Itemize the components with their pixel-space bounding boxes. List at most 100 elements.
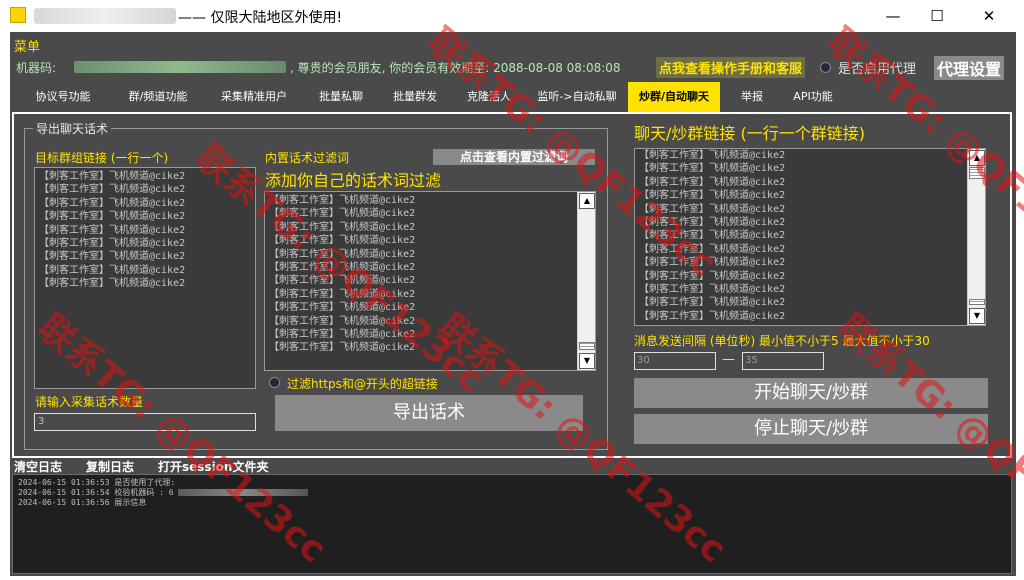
info-row: 机器码: , 尊贵的会员朋友, 你的会员有效期至: 2088-08-08 08:… xyxy=(10,56,1016,80)
copy-log-button[interactable]: 复制日志 xyxy=(86,458,134,475)
stop-chat-button[interactable]: 停止聊天/炒群 xyxy=(634,414,988,444)
chat-links-label: 聊天/炒群链接 (一行一个群链接) xyxy=(634,124,865,143)
tab-protocol[interactable]: 协议号功能 xyxy=(14,84,112,110)
list-item: 【刺客工作室】飞机频道@cike2 xyxy=(269,221,416,233)
export-button[interactable]: 导出话术 xyxy=(275,395,583,431)
chat-links-textarea[interactable]: 【刺客工作室】飞机频道@cike2 【刺客工作室】飞机频道@cike2 【刺客工… xyxy=(634,148,986,326)
membership-text: , 尊贵的会员朋友, 你的会员有效期至: 2088-08-08 08:08:08 xyxy=(290,61,621,75)
export-group: 导出聊天话术 目标群组链接 (一行一个) 【刺客工作室】飞机频道@cike2 【… xyxy=(24,120,608,450)
list-item: 【刺客工作室】飞机频道@cike2 xyxy=(269,262,416,274)
custom-filter-label: 添加你自己的话术词过滤 xyxy=(265,171,442,190)
collect-count-input[interactable]: 3 xyxy=(34,413,256,431)
minimize-icon[interactable]: — xyxy=(870,0,916,32)
list-item: 【刺客工作室】飞机频道@cike2 xyxy=(269,248,416,260)
view-builtin-filter-button[interactable]: 点击查看内置过滤词 xyxy=(433,149,595,165)
chat-group: 聊天/炒群链接 (一行一个群链接) 【刺客工作室】飞机频道@cike2 【刺客工… xyxy=(622,114,1008,454)
menu-button[interactable]: 菜单 xyxy=(14,36,40,55)
target-links-label: 目标群组链接 (一行一个) xyxy=(35,151,169,165)
interval-dash: — xyxy=(722,352,735,367)
list-item: 【刺客工作室】飞机频道@cike2 xyxy=(269,288,416,300)
scroll-down-icon[interactable]: ▼ xyxy=(969,308,985,324)
scroll-thumb-lower[interactable] xyxy=(969,299,985,305)
list-item: 【刺客工作室】飞机频道@cike2 xyxy=(639,217,786,229)
list-item: 【刺客工作室】飞机频道@cike2 xyxy=(639,203,786,215)
tab-report[interactable]: 举报 xyxy=(726,84,778,110)
tab-collect-users[interactable]: 采集精准用户 xyxy=(204,84,304,110)
list-item: 【刺客工作室】飞机频道@cike2 xyxy=(39,278,186,290)
log-blurred-region xyxy=(178,489,309,496)
filter-links-label: 过滤https和@开头的超链接 xyxy=(287,377,438,391)
tab-auto-chat[interactable]: 炒群/自动聊天 xyxy=(628,82,720,112)
proxy-settings-button[interactable]: 代理设置 xyxy=(934,56,1005,80)
window-title: —— 仅限大陆地区外使用! xyxy=(178,10,343,26)
interval-label: 消息发送间隔 (单位秒) 最小值不小于5 最大值不小于30 xyxy=(634,334,930,348)
list-item: 【刺客工作室】飞机频道@cike2 xyxy=(639,243,786,255)
list-item: 【刺客工作室】飞机频道@cike2 xyxy=(639,150,786,161)
log-line: 2024-06-15 01:36:56 展示信息 xyxy=(18,498,147,507)
start-chat-button[interactable]: 开始聊天/炒群 xyxy=(634,378,988,408)
tab-monitor[interactable]: 监听->自动私聊 xyxy=(526,84,628,110)
list-item: 【刺客工作室】飞机频道@cike2 xyxy=(639,257,786,269)
list-item: 【刺客工作室】飞机频道@cike2 xyxy=(39,238,186,250)
scroll-up-icon[interactable]: ▲ xyxy=(969,150,985,166)
title-bar: —— 仅限大陆地区外使用! — ☐ ✕ xyxy=(0,0,1024,32)
list-item: 【刺客工作室】飞机频道@cike2 xyxy=(269,208,416,220)
export-group-title: 导出聊天话术 xyxy=(33,120,112,137)
list-item: 【刺客工作室】飞机频道@cike2 xyxy=(639,190,786,202)
list-item: 【刺客工作室】飞机频道@cike2 xyxy=(269,342,416,354)
list-item: 【刺客工作室】飞机频道@cike2 xyxy=(639,297,786,309)
tab-api[interactable]: API功能 xyxy=(778,84,848,110)
list-item: 【刺客工作室】飞机频道@cike2 xyxy=(639,270,786,282)
list-item: 【刺客工作室】飞机频道@cike2 xyxy=(269,315,416,327)
scroll-thumb[interactable] xyxy=(579,342,595,350)
list-item: 【刺客工作室】飞机频道@cike2 xyxy=(639,176,786,188)
interval-min-input[interactable]: 30 xyxy=(634,352,716,370)
scroll-thumb[interactable] xyxy=(969,167,985,179)
proxy-radio[interactable] xyxy=(820,62,831,73)
scrollbar[interactable]: ▲ ▼ xyxy=(577,192,595,370)
list-item: 【刺客工作室】飞机频道@cike2 xyxy=(39,251,186,263)
tab-content-frame: 导出聊天话术 目标群组链接 (一行一个) 【刺客工作室】飞机频道@cike2 【… xyxy=(12,112,1012,458)
filter-links-radio[interactable] xyxy=(269,377,280,388)
builtin-filter-label: 内置话术过滤词 xyxy=(265,151,350,165)
app-window: 菜单 机器码: , 尊贵的会员朋友, 你的会员有效期至: 2088-08-08 … xyxy=(10,32,1016,576)
open-session-folder-button[interactable]: 打开session文件夹 xyxy=(158,458,268,475)
list-item: 【刺客工作室】飞机频道@cike2 xyxy=(639,163,786,175)
tab-bulk-broadcast[interactable]: 批量群发 xyxy=(378,84,452,110)
manual-button[interactable]: 点我查看操作手册和客服 xyxy=(656,57,806,78)
target-links-textarea[interactable]: 【刺客工作室】飞机频道@cike2 【刺客工作室】飞机频道@cike2 【刺客工… xyxy=(34,167,256,389)
tab-clone[interactable]: 克隆活人 xyxy=(452,84,526,110)
list-item: 【刺客工作室】飞机频道@cike2 xyxy=(39,224,186,236)
clear-log-button[interactable]: 清空日志 xyxy=(14,458,62,475)
scroll-down-icon[interactable]: ▼ xyxy=(579,353,595,369)
log-output[interactable]: 2024-06-15 01:36:53 是否使用了代理: 2024-06-15 … xyxy=(12,474,1012,574)
maximize-icon[interactable]: ☐ xyxy=(914,0,960,32)
list-item: 【刺客工作室】飞机频道@cike2 xyxy=(639,284,786,296)
list-item: 【刺客工作室】飞机频道@cike2 xyxy=(269,302,416,314)
list-item: 【刺客工作室】飞机频道@cike2 xyxy=(39,184,186,196)
log-line-text: 2024-06-15 01:36:54 校验机器码 : 6 xyxy=(18,488,174,497)
list-item: 【刺客工作室】飞机频道@cike2 xyxy=(269,195,416,206)
scroll-up-icon[interactable]: ▲ xyxy=(579,193,595,209)
log-line: 2024-06-15 01:36:53 是否使用了代理: xyxy=(18,478,176,487)
tab-bulk-dm[interactable]: 批量私聊 xyxy=(304,84,378,110)
list-item: 【刺客工作室】飞机频道@cike2 xyxy=(639,310,786,322)
interval-max-input[interactable]: 35 xyxy=(742,352,824,370)
background-strip xyxy=(0,32,10,580)
list-item: 【刺客工作室】飞机频道@cike2 xyxy=(39,211,186,223)
tab-bar: 协议号功能 群/频道功能 采集精准用户 批量私聊 批量群发 克隆活人 监听->自… xyxy=(14,82,1010,112)
scrollbar[interactable]: ▲ ▼ xyxy=(967,149,985,325)
list-item: 【刺客工作室】飞机频道@cike2 xyxy=(39,197,186,209)
app-icon xyxy=(10,7,26,23)
collect-count-label: 请输入采集话术数量 xyxy=(35,395,144,409)
proxy-label: 是否启用代理 xyxy=(838,62,917,77)
title-blurred-region xyxy=(34,8,176,24)
tab-group-channel[interactable]: 群/频道功能 xyxy=(112,84,204,110)
list-item: 【刺客工作室】飞机频道@cike2 xyxy=(39,264,186,276)
log-line: 2024-06-15 01:36:54 校验机器码 : 6 xyxy=(18,488,1006,498)
close-icon[interactable]: ✕ xyxy=(966,0,1012,32)
list-item: 【刺客工作室】飞机频道@cike2 xyxy=(639,230,786,242)
machine-code-label: 机器码: xyxy=(16,61,57,75)
machine-code-blurred xyxy=(74,61,286,73)
custom-filter-textarea[interactable]: 【刺客工作室】飞机频道@cike2 【刺客工作室】飞机频道@cike2 【刺客工… xyxy=(264,191,596,371)
